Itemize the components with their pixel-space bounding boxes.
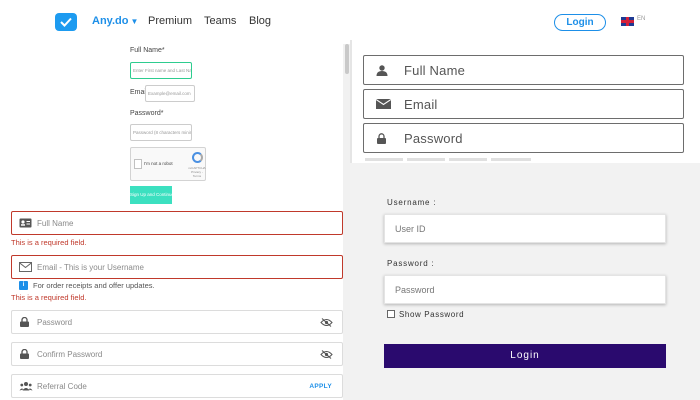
- full-name-icon-label: Full Name: [404, 63, 466, 78]
- eye-slash-icon[interactable]: [320, 350, 333, 359]
- lock-icon: [20, 349, 29, 359]
- brand-label: Any.do: [92, 15, 129, 27]
- info-icon: i: [19, 281, 28, 290]
- show-password-label[interactable]: Show Password: [399, 310, 464, 319]
- password-icon-field[interactable]: Password: [363, 123, 684, 153]
- mini-full-name-label: Full Name*: [130, 47, 165, 54]
- referral-code-field[interactable]: Referral Code APPLY: [11, 374, 343, 398]
- top-navigation: Any.do ▼ Premium Teams Blog Login EN: [0, 0, 700, 44]
- language-label[interactable]: EN: [637, 16, 645, 22]
- recaptcha-label: I'm not a robot: [144, 161, 173, 166]
- recaptcha-sub-label: reCAPTCHA Privacy - Terms: [188, 166, 206, 178]
- strength-segment: [491, 158, 531, 161]
- referral-code-placeholder: Referral Code: [37, 382, 87, 391]
- strength-segment: [365, 158, 403, 161]
- envelope-icon: [19, 262, 32, 272]
- uk-flag-icon[interactable]: [621, 17, 634, 26]
- nav-link-premium[interactable]: Premium: [148, 15, 192, 27]
- email-field[interactable]: Email - This is your Username: [11, 255, 343, 279]
- recaptcha-checkbox[interactable]: [134, 159, 142, 169]
- strength-segment: [407, 158, 445, 161]
- anydo-logo-icon[interactable]: [55, 13, 77, 31]
- email-icon-field[interactable]: Email: [363, 89, 684, 119]
- full-name-error: This is a required field.: [11, 238, 87, 247]
- apply-button[interactable]: APPLY: [309, 383, 332, 390]
- password-placeholder: Password: [37, 318, 73, 327]
- email-error: This is a required field.: [11, 293, 87, 302]
- nav-link-teams[interactable]: Teams: [204, 15, 236, 27]
- scrollbar-thumb[interactable]: [345, 44, 349, 74]
- recaptcha-widget: I'm not a robot reCAPTCHA Privacy - Term…: [130, 147, 206, 181]
- lock-icon: [20, 317, 29, 327]
- email-info-text: For order receipts and offer updates.: [33, 281, 155, 290]
- lock-icon: [377, 133, 386, 144]
- username-input[interactable]: User ID: [384, 214, 666, 243]
- eye-slash-icon[interactable]: [320, 318, 333, 327]
- email-icon-label: Email: [404, 97, 438, 112]
- login-button[interactable]: Login: [384, 344, 666, 368]
- strength-segment: [449, 158, 487, 161]
- password-input[interactable]: Password: [384, 275, 666, 304]
- user-icon: [376, 65, 388, 76]
- chevron-down-icon: ▼: [130, 17, 139, 26]
- full-name-placeholder: Full Name: [37, 219, 74, 228]
- nav-login-button[interactable]: Login: [554, 14, 606, 31]
- mini-email-input[interactable]: Example@email.com: [145, 85, 195, 102]
- password-field[interactable]: Password: [11, 310, 343, 334]
- password-icon-label: Password: [404, 131, 463, 146]
- password-label: Password :: [387, 259, 435, 268]
- username-label: Username :: [387, 198, 437, 207]
- full-name-icon-field[interactable]: Full Name: [363, 55, 684, 85]
- show-password-checkbox[interactable]: [387, 310, 395, 318]
- nav-link-blog[interactable]: Blog: [249, 15, 271, 27]
- confirm-password-field[interactable]: Confirm Password: [11, 342, 343, 366]
- id-card-icon: [19, 218, 32, 228]
- recaptcha-logo-icon: [192, 152, 203, 163]
- signup-continue-button[interactable]: Sign Up and Continue: [130, 186, 172, 204]
- envelope-icon: [376, 99, 391, 109]
- vertical-scrollbar[interactable]: [343, 44, 350, 400]
- full-name-field[interactable]: Full Name: [11, 211, 343, 235]
- email-placeholder: Email - This is your Username: [37, 263, 144, 272]
- users-icon: [19, 382, 33, 391]
- mini-password-input[interactable]: Password (8 characters minimum): [130, 124, 192, 141]
- mini-password-label: Password*: [130, 110, 164, 117]
- mini-full-name-input[interactable]: Enter First name and Last Name: [130, 62, 192, 79]
- confirm-password-placeholder: Confirm Password: [37, 350, 103, 359]
- brand-menu[interactable]: Any.do ▼: [92, 15, 138, 27]
